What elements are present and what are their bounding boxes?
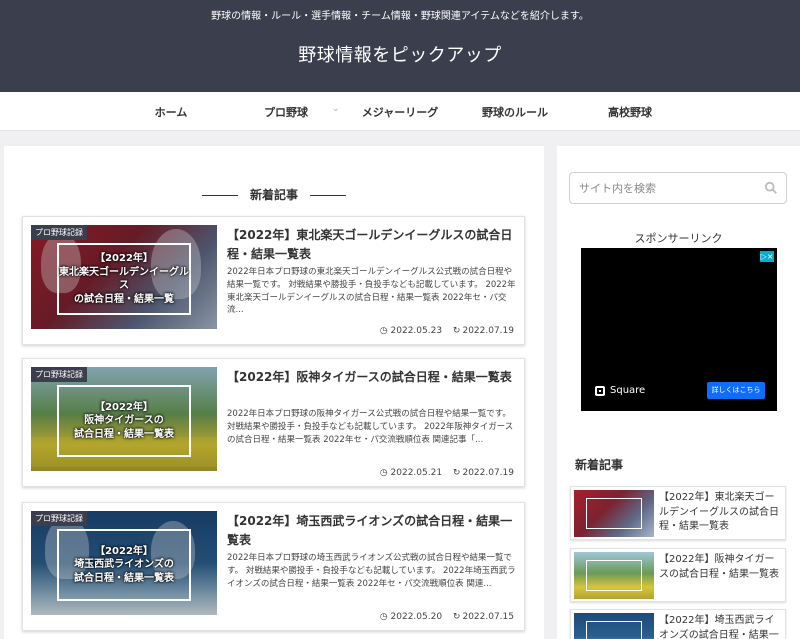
section-title: 新着記事 — [249, 188, 298, 202]
thumbnail-caption: 【2022年】 埼玉西武ライオンズの 試合日程・結果一覧表 — [74, 545, 174, 584]
recent-post-title[interactable]: 【2022年】阪神タイガースの試合日程・結果一覧表 — [659, 553, 783, 582]
chevron-down-icon: ⌄ — [332, 104, 340, 114]
clock-icon: ◷ — [379, 612, 388, 622]
heading-divider — [310, 195, 346, 196]
main-content: 新着記事 プロ野球記録 【2022年】 東北楽天ゴールデンイーグルス の試合日程… — [4, 146, 544, 639]
clock-icon: ◷ — [379, 326, 388, 336]
ad-cta-button[interactable]: 詳しくはこちら — [707, 382, 765, 399]
refresh-icon: ↻ — [452, 612, 461, 622]
recent-post-item[interactable]: 【2022年】埼玉西武ライオンズの試合日程・結果一 — [570, 609, 786, 639]
published-date: 2022.05.20 — [390, 612, 443, 622]
article-thumbnail[interactable]: プロ野球記録 【2022年】 東北楽天ゴールデンイーグルス の試合日程・結果一覧 — [31, 225, 217, 329]
clock-icon: ◷ — [379, 468, 388, 478]
updated-date: 2022.07.19 — [462, 326, 514, 336]
search-input[interactable] — [570, 173, 760, 203]
ad-brand-name: Square — [610, 385, 646, 396]
article-excerpt: 2022年日本プロ野球の阪神タイガース公式戦の試合日程や結果一覧です。 対戦結果… — [227, 409, 514, 445]
article-excerpt: 2022年日本プロ野球の東北楽天ゴールデンイーグルス公式戦の試合日程や結果一覧で… — [227, 267, 516, 316]
article-excerpt: 2022年日本プロ野球の埼玉西武ライオンズ公式戦の試合日程や結果一覧です。 対戦… — [227, 553, 516, 589]
recent-post-item[interactable]: 【2022年】阪神タイガースの試合日程・結果一覧表 — [570, 548, 786, 602]
updated-date: 2022.07.15 — [462, 612, 514, 622]
article-dates: ◷ 2022.05.23 ↻ 2022.07.19 — [372, 326, 514, 336]
thumbnail-frame — [586, 621, 642, 639]
global-nav: ホーム プロ野球 ⌄ メジャーリーグ 野球のルール 高校野球 — [0, 92, 800, 131]
published-date: 2022.05.21 — [390, 468, 443, 478]
recent-post-title[interactable]: 【2022年】東北楽天ゴールデンイーグルスの試合日程・結果一覧表 — [659, 491, 783, 535]
thumbnail-frame — [586, 498, 642, 529]
recent-post-item[interactable]: 【2022年】東北楽天ゴールデンイーグルスの試合日程・結果一覧表 — [570, 486, 786, 540]
updated-date: 2022.07.19 — [462, 468, 514, 478]
article-dates: ◷ 2022.05.21 ↻ 2022.07.19 — [372, 468, 514, 478]
thumbnail-frame: 【2022年】 阪神タイガースの 試合日程・結果一覧表 — [57, 385, 191, 457]
refresh-icon: ↻ — [452, 326, 461, 336]
recent-post-title[interactable]: 【2022年】埼玉西武ライオンズの試合日程・結果一 — [659, 614, 783, 639]
category-label[interactable]: プロ野球記録 — [31, 511, 87, 526]
square-logo-icon — [595, 385, 605, 396]
recent-posts-title: 新着記事 — [575, 458, 624, 472]
article-title[interactable]: 【2022年】東北楽天ゴールデンイーグルスの試合日程・結果一覧表 — [227, 226, 517, 263]
thumbnail-caption: 【2022年】 東北楽天ゴールデンイーグルス の試合日程・結果一覧 — [59, 253, 189, 305]
search-box — [569, 172, 787, 204]
article-card[interactable]: プロ野球記録 【2022年】 埼玉西武ライオンズの 試合日程・結果一覧表 【20… — [22, 502, 525, 631]
ad-banner[interactable]: ▷× Square 詳しくはこちら — [581, 248, 777, 411]
thumbnail-frame — [586, 560, 642, 591]
article-title[interactable]: 【2022年】埼玉西武ライオンズの試合日程・結果一覧表 — [227, 512, 517, 549]
article-thumbnail[interactable]: プロ野球記録 【2022年】 埼玉西武ライオンズの 試合日程・結果一覧表 — [31, 511, 217, 615]
article-card[interactable]: プロ野球記録 【2022年】 東北楽天ゴールデンイーグルス の試合日程・結果一覧… — [22, 216, 525, 345]
refresh-icon: ↻ — [452, 468, 461, 478]
article-card[interactable]: プロ野球記録 【2022年】 阪神タイガースの 試合日程・結果一覧表 【2022… — [22, 358, 525, 487]
category-label[interactable]: プロ野球記録 — [31, 367, 87, 382]
ad-brand: Square — [595, 385, 645, 396]
thumbnail-frame: 【2022年】 埼玉西武ライオンズの 試合日程・結果一覧表 — [57, 529, 191, 601]
category-label[interactable]: プロ野球記録 — [31, 225, 87, 240]
article-dates: ◷ 2022.05.20 ↻ 2022.07.15 — [372, 612, 514, 622]
recent-post-thumbnail[interactable] — [574, 490, 654, 537]
nav-item-high-school[interactable]: 高校野球 — [570, 104, 690, 120]
recent-post-thumbnail[interactable] — [574, 613, 654, 639]
article-title[interactable]: 【2022年】阪神タイガースの試合日程・結果一覧表 — [227, 368, 517, 387]
thumbnail-frame: 【2022年】 東北楽天ゴールデンイーグルス の試合日程・結果一覧 — [57, 243, 191, 315]
nav-item-rules[interactable]: 野球のルール — [455, 104, 575, 120]
site-tagline: 野球の情報・ルール・選手情報・チーム情報・野球関連アイテムなどを紹介します。 — [211, 11, 589, 22]
published-date: 2022.05.23 — [390, 326, 443, 336]
section-heading: 新着記事 — [4, 186, 544, 203]
recent-post-thumbnail[interactable] — [574, 552, 654, 599]
sponsor-label: スポンサーリンク — [634, 232, 723, 245]
site-header: 野球の情報・ルール・選手情報・チーム情報・野球関連アイテムなどを紹介します。 野… — [0, 0, 800, 92]
nav-item-pro-baseball[interactable]: プロ野球 — [226, 104, 346, 120]
thumbnail-caption: 【2022年】 阪神タイガースの 試合日程・結果一覧表 — [74, 401, 174, 440]
site-title[interactable]: 野球情報をピックアップ — [0, 41, 800, 67]
ad-choices-icon[interactable]: ▷× — [760, 251, 774, 262]
search-icon[interactable] — [764, 181, 778, 195]
nav-item-mlb[interactable]: メジャーリーグ — [340, 104, 460, 120]
sidebar: スポンサーリンク ▷× Square 詳しくはこちら 新着記事 【2022年】東… — [557, 146, 800, 639]
nav-item-home[interactable]: ホーム — [111, 104, 231, 120]
heading-divider — [201, 195, 238, 196]
article-thumbnail[interactable]: プロ野球記録 【2022年】 阪神タイガースの 試合日程・結果一覧表 — [31, 367, 217, 471]
